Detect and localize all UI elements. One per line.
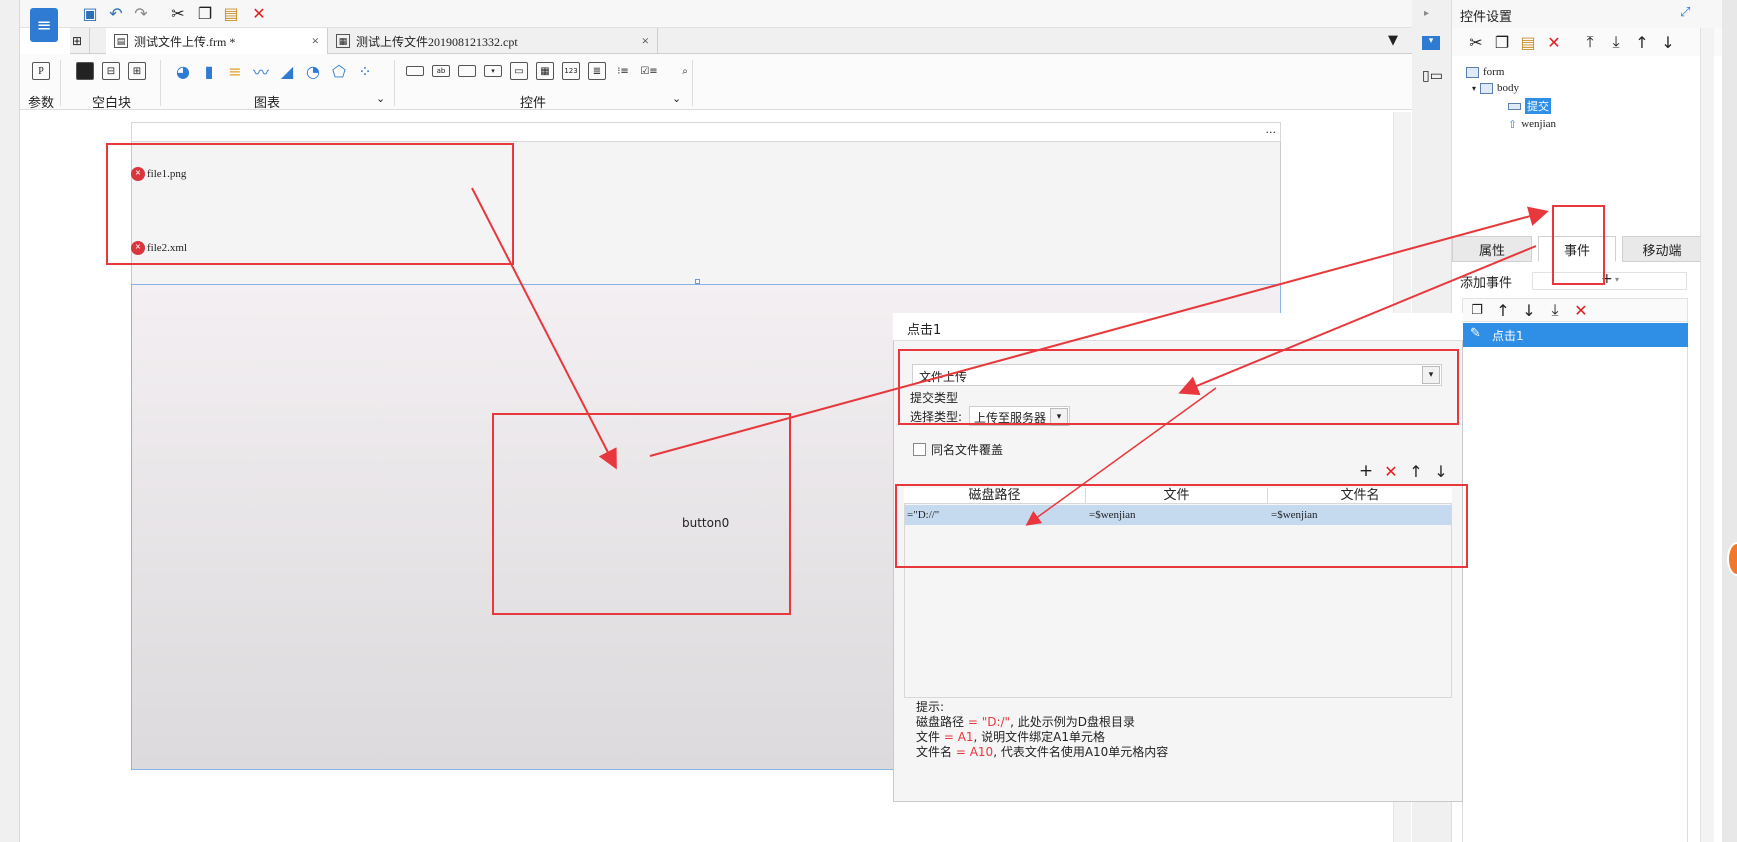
annotation-arrow [1025, 387, 1217, 526]
annotation-arrows [471, 187, 1549, 526]
annotation-arrow [649, 206, 1549, 457]
annotation-arrow [1178, 245, 1537, 396]
annotation-arrow [471, 187, 617, 470]
